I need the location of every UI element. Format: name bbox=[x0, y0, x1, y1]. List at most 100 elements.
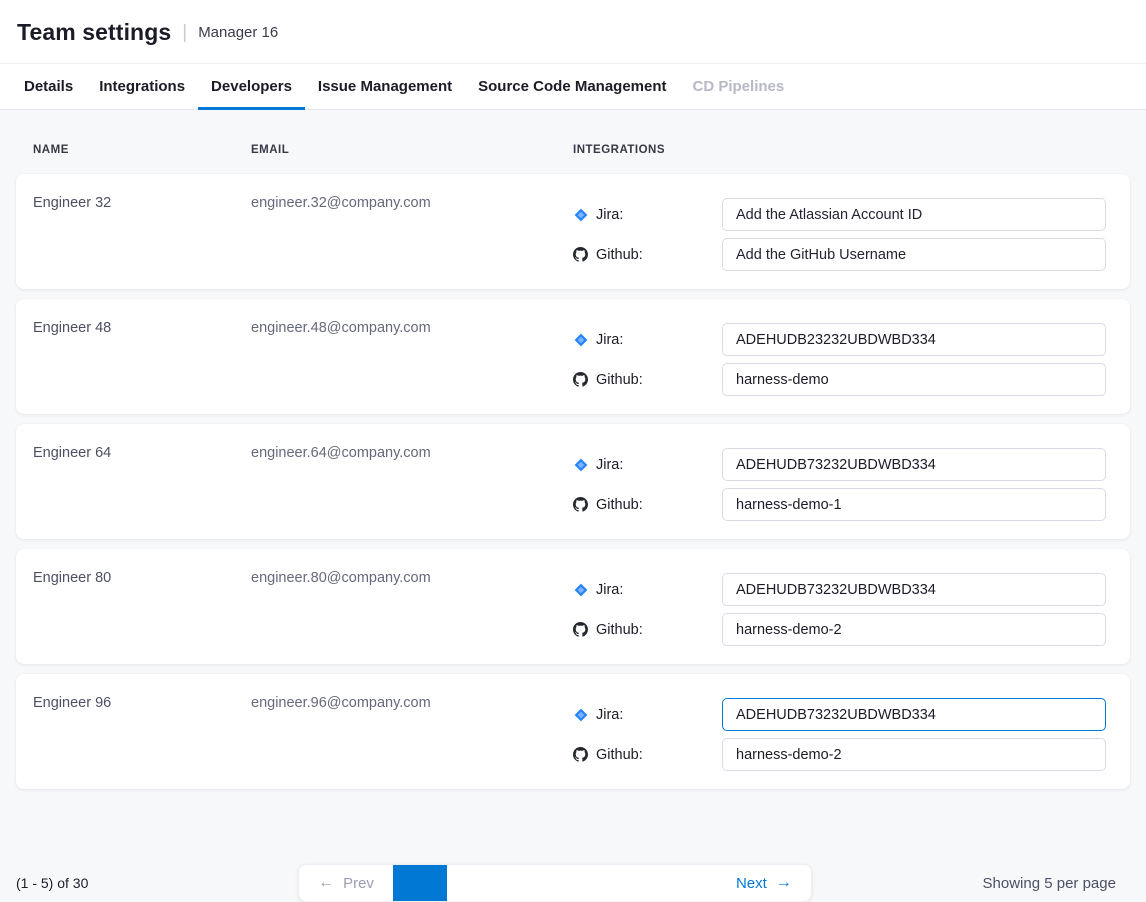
jira-label-text: Jira: bbox=[596, 457, 623, 473]
page-header: Team settings | Manager 16 bbox=[0, 0, 1146, 64]
developer-email: engineer.64@company.com bbox=[251, 444, 573, 523]
jira-icon bbox=[573, 582, 588, 597]
github-integration-row: Github: bbox=[573, 488, 1114, 521]
page-button-3[interactable]: 3 bbox=[501, 865, 555, 902]
page-button-6[interactable]: 6 bbox=[663, 865, 717, 902]
column-header-integrations: INTEGRATIONS bbox=[573, 144, 1113, 156]
tab-issue-management[interactable]: Issue Management bbox=[305, 64, 465, 110]
github-icon bbox=[573, 497, 588, 512]
jira-field-label: Jira: bbox=[573, 582, 722, 598]
developer-name: Engineer 32 bbox=[33, 194, 251, 273]
github-label-text: Github: bbox=[596, 747, 643, 763]
integrations-cell: Jira: Github: bbox=[573, 698, 1114, 773]
column-header-name: NAME bbox=[33, 144, 251, 156]
table-row: Engineer 64 engineer.64@company.com Jira… bbox=[16, 424, 1130, 539]
page-button-4[interactable]: 4 bbox=[555, 865, 609, 902]
jira-account-id-input[interactable] bbox=[722, 448, 1106, 481]
tab-bar: Details Integrations Developers Issue Ma… bbox=[0, 64, 1146, 110]
jira-label-text: Jira: bbox=[596, 707, 623, 723]
jira-account-id-input[interactable] bbox=[722, 573, 1106, 606]
jira-integration-row: Jira: bbox=[573, 573, 1114, 606]
jira-integration-row: Jira: bbox=[573, 698, 1114, 731]
page-title: Team settings bbox=[17, 19, 171, 46]
developer-name: Engineer 96 bbox=[33, 694, 251, 773]
team-name: Manager 16 bbox=[198, 24, 278, 41]
pager-button-group: ← Prev 1 2 3 4 5 6 Next → bbox=[298, 864, 812, 902]
next-page-button[interactable]: Next → bbox=[717, 865, 811, 901]
team-settings-page: Team settings | Manager 16 Details Integ… bbox=[0, 0, 1146, 902]
jira-account-id-input[interactable] bbox=[722, 323, 1106, 356]
github-username-input[interactable] bbox=[722, 363, 1106, 396]
column-header-email: EMAIL bbox=[251, 144, 573, 156]
table-row: Engineer 32 engineer.32@company.com Jira… bbox=[16, 174, 1130, 289]
jira-field-label: Jira: bbox=[573, 207, 722, 223]
jira-integration-row: Jira: bbox=[573, 448, 1114, 481]
page-button-1[interactable]: 1 bbox=[393, 865, 447, 902]
tab-developers[interactable]: Developers bbox=[198, 64, 305, 110]
page-button-5[interactable]: 5 bbox=[609, 865, 663, 902]
github-icon bbox=[573, 247, 588, 262]
github-integration-row: Github: bbox=[573, 363, 1114, 396]
github-icon bbox=[573, 622, 588, 637]
integrations-cell: Jira: Github: bbox=[573, 448, 1114, 523]
next-label: Next bbox=[736, 875, 767, 892]
jira-icon bbox=[573, 707, 588, 722]
developer-name: Engineer 80 bbox=[33, 569, 251, 648]
jira-icon bbox=[573, 457, 588, 472]
pagination-range-text: (1 - 5) of 30 bbox=[16, 875, 276, 891]
github-icon bbox=[573, 372, 588, 387]
integrations-cell: Jira: Github: bbox=[573, 323, 1114, 398]
jira-account-id-input[interactable] bbox=[722, 198, 1106, 231]
tab-integrations[interactable]: Integrations bbox=[86, 64, 198, 110]
tab-cd-pipelines: CD Pipelines bbox=[680, 64, 798, 110]
jira-field-label: Jira: bbox=[573, 332, 722, 348]
table-row: Engineer 96 engineer.96@company.com Jira… bbox=[16, 674, 1130, 789]
github-label-text: Github: bbox=[596, 622, 643, 638]
jira-label-text: Jira: bbox=[596, 207, 623, 223]
developer-email: engineer.80@company.com bbox=[251, 569, 573, 648]
table-header-row: NAME EMAIL INTEGRATIONS bbox=[16, 110, 1130, 174]
jira-label-text: Jira: bbox=[596, 582, 623, 598]
github-username-input[interactable] bbox=[722, 488, 1106, 521]
table-row: Engineer 80 engineer.80@company.com Jira… bbox=[16, 549, 1130, 664]
github-username-input[interactable] bbox=[722, 613, 1106, 646]
github-field-label: Github: bbox=[573, 247, 722, 263]
github-label-text: Github: bbox=[596, 497, 643, 513]
github-icon bbox=[573, 747, 588, 762]
github-field-label: Github: bbox=[573, 372, 722, 388]
github-integration-row: Github: bbox=[573, 613, 1114, 646]
jira-icon bbox=[573, 207, 588, 222]
right-arrow-icon: → bbox=[776, 875, 792, 891]
developer-name: Engineer 64 bbox=[33, 444, 251, 523]
prev-page-button[interactable]: ← Prev bbox=[299, 865, 393, 901]
table-row: Engineer 48 engineer.48@company.com Jira… bbox=[16, 299, 1130, 414]
jira-icon bbox=[573, 332, 588, 347]
developer-email: engineer.96@company.com bbox=[251, 694, 573, 773]
integrations-cell: Jira: Github: bbox=[573, 573, 1114, 648]
jira-account-id-input[interactable] bbox=[722, 698, 1106, 731]
page-button-2[interactable]: 2 bbox=[447, 865, 501, 902]
jira-integration-row: Jira: bbox=[573, 323, 1114, 356]
github-username-input[interactable] bbox=[722, 738, 1106, 771]
github-field-label: Github: bbox=[573, 622, 722, 638]
tab-source-code-management[interactable]: Source Code Management bbox=[465, 64, 679, 110]
title-divider: | bbox=[182, 22, 187, 44]
jira-field-label: Jira: bbox=[573, 457, 722, 473]
prev-label: Prev bbox=[343, 875, 374, 892]
pagination-bar: (1 - 5) of 30 ← Prev 1 2 3 4 5 6 Next → … bbox=[0, 834, 1146, 902]
github-username-input[interactable] bbox=[722, 238, 1106, 271]
github-label-text: Github: bbox=[596, 247, 643, 263]
developers-panel: NAME EMAIL INTEGRATIONS Engineer 32 engi… bbox=[0, 110, 1146, 834]
github-field-label: Github: bbox=[573, 497, 722, 513]
per-page-text: Showing 5 per page bbox=[856, 875, 1116, 892]
tab-details[interactable]: Details bbox=[11, 64, 86, 110]
developer-name: Engineer 48 bbox=[33, 319, 251, 398]
github-integration-row: Github: bbox=[573, 738, 1114, 771]
github-field-label: Github: bbox=[573, 747, 722, 763]
jira-integration-row: Jira: bbox=[573, 198, 1114, 231]
github-integration-row: Github: bbox=[573, 238, 1114, 271]
integrations-cell: Jira: Github: bbox=[573, 198, 1114, 273]
jira-label-text: Jira: bbox=[596, 332, 623, 348]
developer-email: engineer.48@company.com bbox=[251, 319, 573, 398]
developer-email: engineer.32@company.com bbox=[251, 194, 573, 273]
